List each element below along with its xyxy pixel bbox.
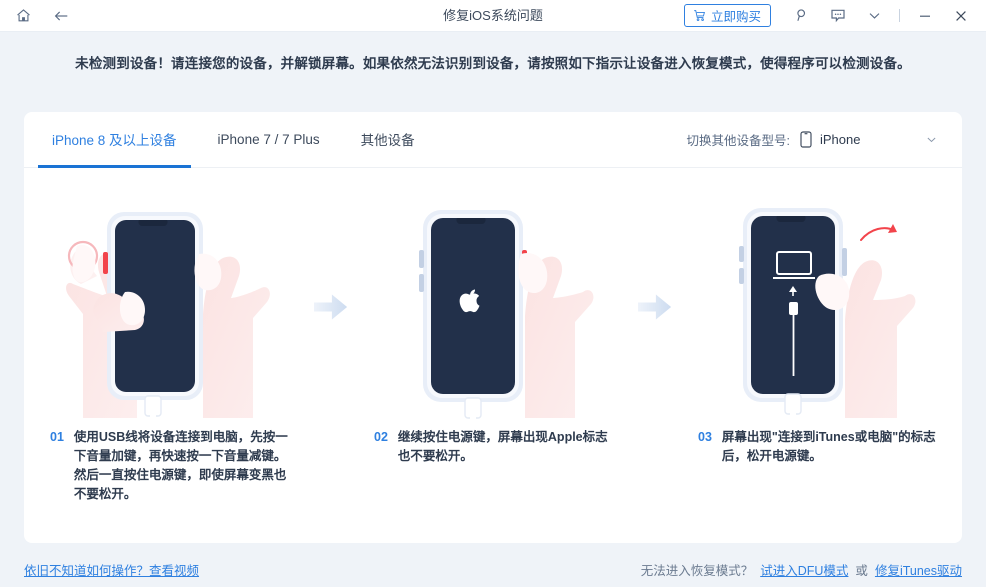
- illustration-row: [24, 168, 962, 428]
- titlebar-right-controls: 立即购买: [683, 4, 986, 27]
- buy-now-button[interactable]: 立即购买: [683, 4, 771, 27]
- arrow-2-to-3: [638, 182, 672, 432]
- illustration-step-2: [348, 182, 638, 432]
- buy-now-label: 立即购买: [710, 10, 761, 24]
- message-icon[interactable]: [827, 5, 849, 27]
- footer-or-text: 或: [855, 564, 868, 578]
- status-banner: 未检测到设备！请连接您的设备，并解锁屏幕。如果依然无法识别到设备，请按照如下指示…: [0, 32, 986, 92]
- titlebar-divider: [899, 9, 900, 22]
- minimize-icon[interactable]: [914, 5, 936, 27]
- arrow-1-to-2: [314, 182, 348, 432]
- close-icon[interactable]: [950, 5, 972, 27]
- chevron-down-icon: [925, 133, 938, 146]
- step-number: 03: [698, 430, 712, 444]
- device-switch-label: 切换其他设备型号:: [686, 133, 790, 148]
- device-switch-area: 切换其他设备型号: iPhone: [687, 111, 938, 167]
- titlebar-left-controls: [0, 5, 72, 27]
- shopping-cart-icon: [693, 9, 706, 22]
- search-icon[interactable]: [791, 5, 813, 27]
- step-text: 屏幕出现"连接到iTunes或电脑"的标志后，松开电源键。: [721, 430, 936, 463]
- dfu-mode-link[interactable]: 试进入DFU模式: [760, 560, 848, 579]
- tab-bar: iPhone 8 及以上设备 iPhone 7 / 7 Plus 其他设备 切换…: [24, 112, 962, 168]
- illustration-step-1: [24, 182, 314, 432]
- device-model-dropdown[interactable]: iPhone: [800, 130, 938, 148]
- instructions-panel: iPhone 8 及以上设备 iPhone 7 / 7 Plus 其他设备 切换…: [24, 112, 962, 543]
- status-banner-text: 未检测到设备！请连接您的设备，并解锁屏幕。如果依然无法识别到设备，请按照如下指示…: [75, 56, 911, 71]
- footer-right-group: 无法进入恢复模式？ 试进入DFU模式 或 修复iTunes驱动: [641, 560, 962, 579]
- tab-label: iPhone 7 / 7 Plus: [217, 131, 320, 147]
- caption-row: 01 使用USB线将设备连接到电脑，先按一下音量加键，再快速按一下音量减键。然后…: [24, 428, 962, 504]
- step-text: 使用USB线将设备连接到电脑，先按一下音量加键，再快速按一下音量减键。然后一直按…: [73, 430, 288, 501]
- step-text: 继续按住电源键，屏幕出现Apple标志也不要松开。: [397, 430, 608, 463]
- recovery-mode-question: 无法进入恢复模式？: [640, 564, 754, 578]
- home-icon[interactable]: [12, 5, 34, 27]
- back-arrow-icon[interactable]: [50, 5, 72, 27]
- title-bar: 修复iOS系统问题 立即购买: [0, 0, 986, 32]
- chevron-down-icon[interactable]: [863, 5, 885, 27]
- caption-step-1: 01 使用USB线将设备连接到电脑，先按一下音量加键，再快速按一下音量减键。然后…: [24, 428, 314, 504]
- tab-list: iPhone 8 及以上设备 iPhone 7 / 7 Plus 其他设备: [24, 111, 429, 168]
- caption-step-3: 03 屏幕出现"连接到iTunes或电脑"的标志后，松开电源键。: [672, 428, 962, 504]
- illustration-step-3: [672, 182, 962, 432]
- phone-icon: [800, 130, 812, 148]
- watch-video-link[interactable]: 依旧不知道如何操作？查看视频: [24, 560, 199, 579]
- step-number: 01: [50, 430, 64, 444]
- footer-bar: 依旧不知道如何操作？查看视频 无法进入恢复模式？ 试进入DFU模式 或 修复iT…: [0, 552, 986, 587]
- tab-label: iPhone 8 及以上设备: [52, 133, 177, 148]
- device-model-value: iPhone: [820, 131, 861, 147]
- fix-itunes-driver-link[interactable]: 修复iTunes驱动: [875, 560, 962, 579]
- caption-step-2: 02 继续按住电源键，屏幕出现Apple标志也不要松开。: [348, 428, 638, 504]
- tab-label: 其他设备: [360, 133, 415, 148]
- step-number: 02: [374, 430, 388, 444]
- tab-iphone-7[interactable]: iPhone 7 / 7 Plus: [204, 111, 334, 167]
- tab-iphone-8-and-above[interactable]: iPhone 8 及以上设备: [38, 111, 191, 168]
- tab-other-devices[interactable]: 其他设备: [347, 111, 429, 167]
